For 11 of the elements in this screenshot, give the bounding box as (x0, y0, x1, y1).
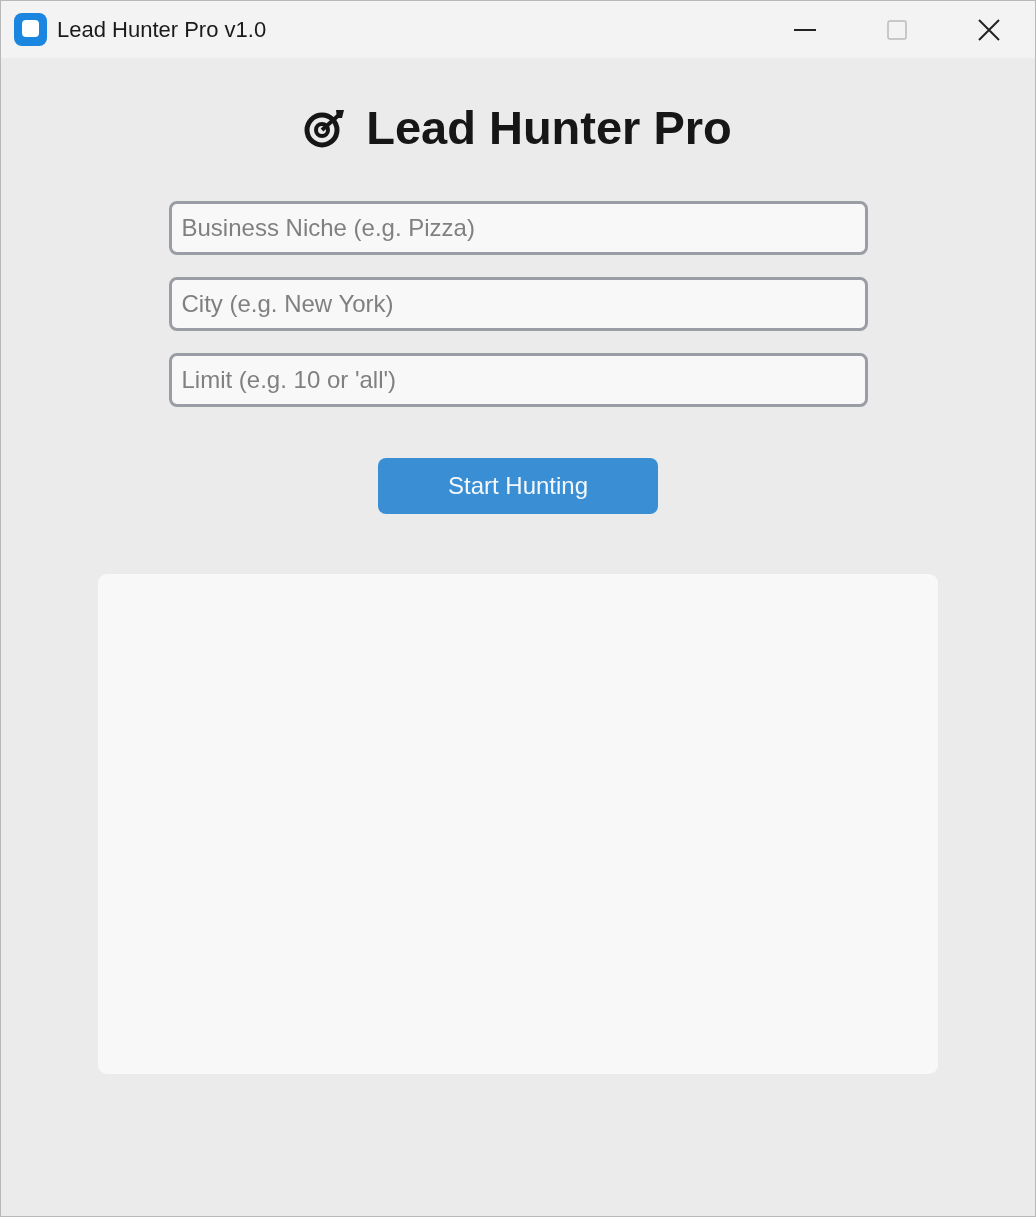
app-icon (14, 13, 47, 46)
input-field[interactable]: Limit (e.g. 10 or 'all') (168, 353, 868, 407)
target-icon (304, 107, 347, 148)
start-button[interactable]: Start Hunting (378, 458, 658, 514)
maximize-icon (887, 19, 907, 40)
close-icon (978, 18, 1000, 41)
app-heading: Lead Hunter Pro (366, 100, 732, 155)
minimize-icon (794, 28, 816, 31)
input-field[interactable]: Business Niche (e.g. Pizza) (168, 201, 868, 255)
input-field[interactable]: City (e.g. New York) (168, 277, 868, 331)
window-title: Lead Hunter Pro v1.0 (57, 16, 268, 43)
